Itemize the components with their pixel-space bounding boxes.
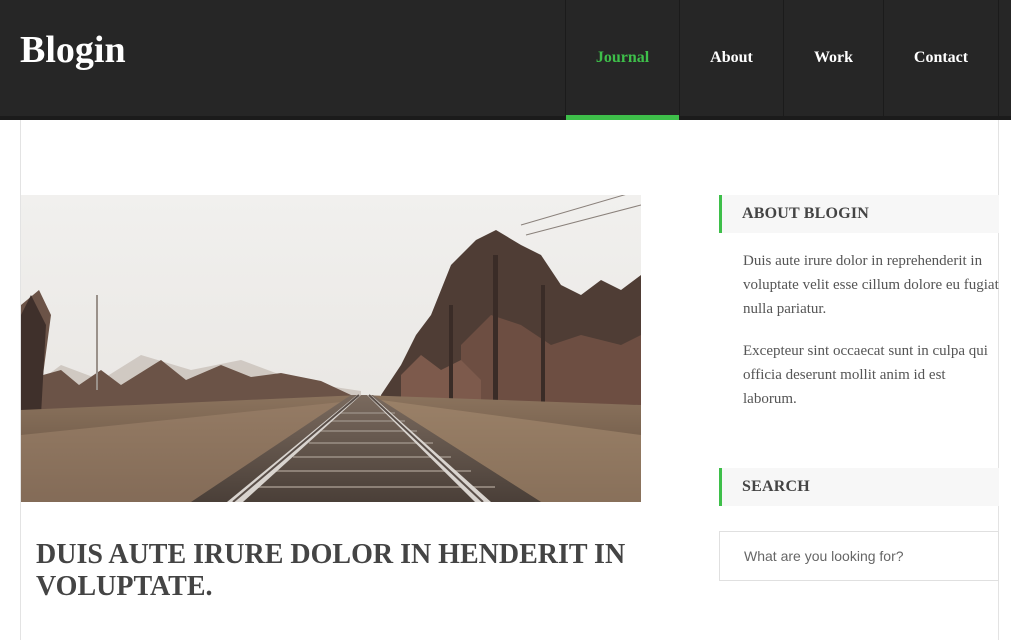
site-header: Blogin Journal About Work Contact	[0, 0, 1011, 120]
main-nav: Journal About Work Contact	[565, 0, 999, 120]
about-paragraph-1: Duis aute irure dolor in reprehenderit i…	[743, 253, 999, 317]
nav-item-contact[interactable]: Contact	[883, 0, 999, 116]
nav-item-journal[interactable]: Journal	[565, 0, 679, 120]
post-title[interactable]: DUIS AUTE IRURE DOLOR IN HENDERIT IN VOL…	[36, 539, 656, 603]
nav-item-about[interactable]: About	[679, 0, 783, 116]
site-logo[interactable]: Blogin	[20, 26, 126, 74]
search-widget-heading: SEARCH	[719, 468, 999, 506]
post-featured-image[interactable]	[21, 195, 641, 502]
about-widget-text: Duis aute irure dolor in reprehenderit i…	[743, 249, 999, 429]
railway-tracks-photo	[21, 195, 641, 502]
about-paragraph-2: Excepteur sint occaecat sunt in culpa qu…	[743, 343, 988, 407]
search-input[interactable]	[719, 531, 999, 581]
nav-item-work[interactable]: Work	[783, 0, 883, 116]
about-widget-heading: ABOUT BLOGIN	[719, 195, 999, 233]
